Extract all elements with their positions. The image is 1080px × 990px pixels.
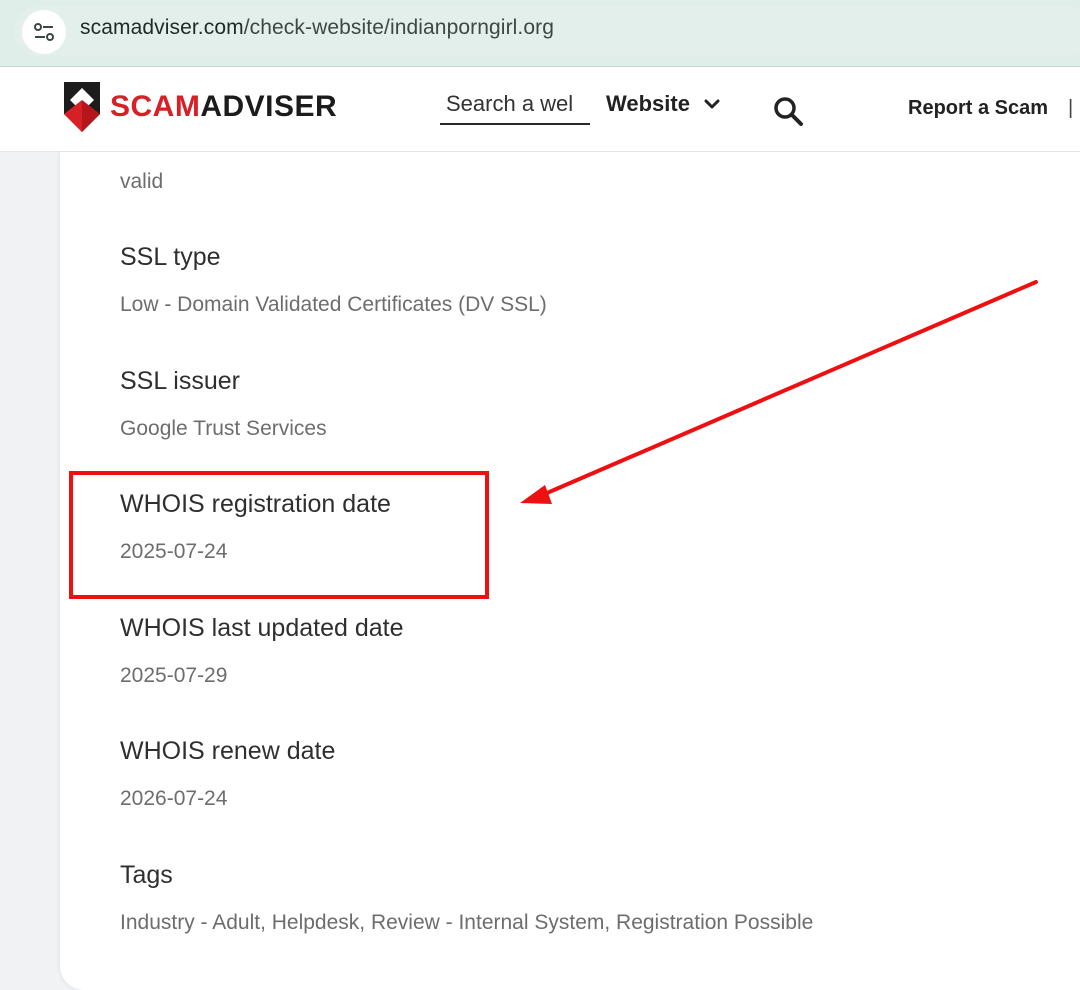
site-info-button[interactable] bbox=[22, 10, 66, 54]
url-path: /check-website/indianporngirl.org bbox=[243, 16, 555, 39]
annotation-highlight-box bbox=[69, 471, 489, 599]
report-a-scam-link[interactable]: Report a Scam bbox=[908, 97, 1048, 120]
logo-text-scam: SCAM bbox=[110, 90, 201, 123]
ssl-status-field: valid bbox=[120, 170, 163, 194]
ssl-type-value: Low - Domain Validated Certificates (DV … bbox=[120, 293, 547, 316]
chevron-down-icon bbox=[704, 99, 720, 109]
tags-field: Tags Industry - Adult, Helpdesk, Review … bbox=[120, 861, 813, 935]
shield-logo-icon bbox=[64, 82, 100, 132]
nav-divider: | bbox=[1068, 97, 1074, 119]
scamadviser-logo[interactable]: SCAMADVISER bbox=[62, 80, 337, 134]
ssl-issuer-value: Google Trust Services bbox=[120, 417, 327, 440]
whois-renew-label: WHOIS renew date bbox=[120, 737, 336, 765]
search-type-label: Website bbox=[606, 91, 690, 116]
ssl-status-value: valid bbox=[120, 170, 164, 193]
url-domain: scamadviser.com bbox=[80, 16, 244, 39]
whois-last-updated-value: 2025-07-29 bbox=[120, 664, 228, 687]
whois-renew-value: 2026-07-24 bbox=[120, 787, 228, 810]
website-search-input[interactable] bbox=[440, 85, 590, 125]
whois-last-updated-field: WHOIS last updated date 2025-07-29 bbox=[120, 614, 403, 688]
tags-label: Tags bbox=[120, 861, 173, 889]
whois-renew-field: WHOIS renew date 2026-07-24 bbox=[120, 737, 335, 811]
search-button[interactable] bbox=[770, 93, 806, 129]
browser-address-bar: scamadviser.com/check-website/indianporn… bbox=[0, 0, 1080, 67]
ssl-type-field: SSL type Low - Domain Validated Certific… bbox=[120, 243, 547, 317]
site-header: SCAMADVISER Website Report a Scam | bbox=[0, 67, 1080, 152]
tune-icon bbox=[34, 23, 54, 41]
ssl-type-label: SSL type bbox=[120, 243, 221, 271]
search-type-select[interactable]: Website bbox=[606, 91, 720, 117]
ssl-issuer-field: SSL issuer Google Trust Services bbox=[120, 367, 327, 441]
url-text[interactable]: scamadviser.com/check-website/indianporn… bbox=[80, 16, 554, 40]
whois-last-updated-label: WHOIS last updated date bbox=[120, 614, 404, 642]
ssl-issuer-label: SSL issuer bbox=[120, 367, 240, 395]
tags-value: Industry - Adult, Helpdesk, Review - Int… bbox=[120, 911, 814, 934]
search-icon bbox=[774, 97, 803, 126]
logo-text-adviser: ADVISER bbox=[200, 90, 338, 123]
